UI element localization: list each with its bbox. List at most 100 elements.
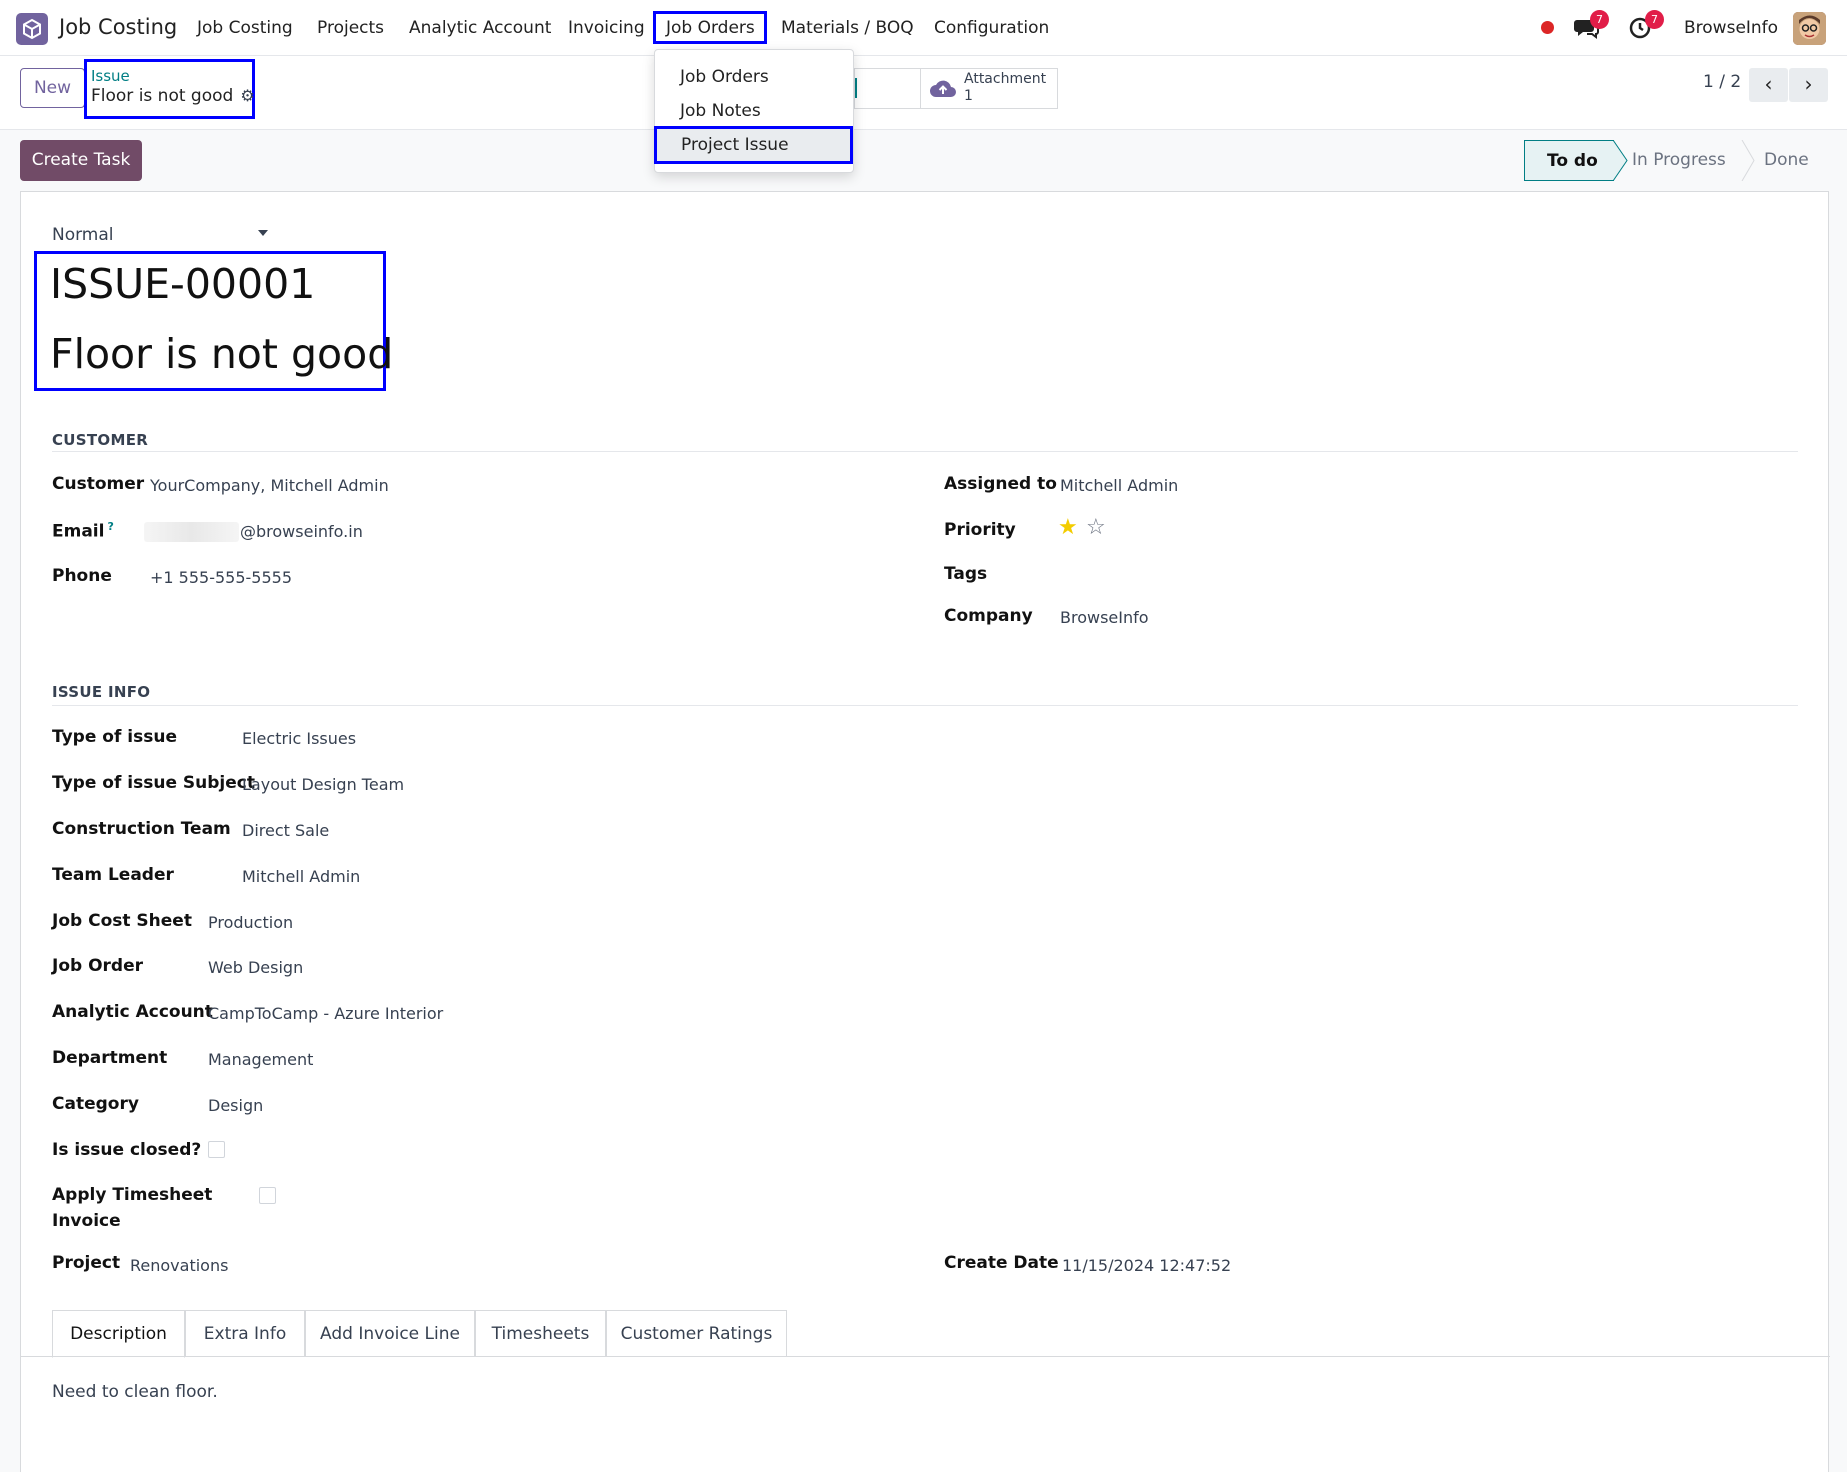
stage-arrow-icon (1613, 140, 1628, 181)
customer-field[interactable]: YourCompany, Mitchell Admin (150, 476, 389, 495)
issue-info-section-title: ISSUE INFO (52, 683, 151, 701)
app-name[interactable]: Job Costing (59, 15, 177, 39)
menu-materials-boq[interactable]: Materials / BOQ (781, 18, 914, 38)
top-navbar: Job Costing Job Costing Projects Analyti… (0, 0, 1847, 56)
cloud-upload-icon (929, 78, 957, 102)
attachment-label: Attachment (964, 71, 1047, 87)
analytic-account-field[interactable]: CampToCamp - Azure Interior (208, 1004, 443, 1023)
job-order-label: Job Order (52, 956, 144, 976)
project-field[interactable]: Renovations (130, 1256, 228, 1275)
assigned-to-label: Assigned to (944, 474, 1057, 494)
create-date-label: Create Date (944, 1253, 1059, 1273)
attachment-smart-button[interactable]: Attachment 1 (920, 68, 1058, 109)
is-issue-closed-checkbox[interactable] (208, 1141, 225, 1158)
issue-name-field[interactable]: Floor is not good (50, 330, 393, 378)
menu-invoicing[interactable]: Invoicing (568, 18, 645, 38)
assigned-to-field[interactable]: Mitchell Admin (1060, 476, 1178, 495)
breadcrumb: Issue Floor is not good ⚙ (84, 59, 255, 119)
analytic-account-label: Analytic Account (52, 1002, 213, 1022)
is-issue-closed-label: Is issue closed? (52, 1140, 202, 1160)
priority-select-value: Normal (52, 225, 114, 245)
type-of-issue-label: Type of issue (52, 727, 177, 747)
type-of-issue-subject-field[interactable]: Layout Design Team (242, 775, 404, 794)
stage-in-progress[interactable]: In Progress (1632, 140, 1726, 181)
company-field[interactable]: BrowseInfo (1060, 608, 1149, 627)
menu-job-orders[interactable]: Job Orders (653, 11, 767, 44)
team-leader-label: Team Leader (52, 865, 174, 885)
apply-timesheet-label-line2: Invoice (52, 1211, 121, 1231)
activities-badge: 7 (1645, 10, 1664, 29)
dropdown-item-job-orders[interactable]: Job Orders (680, 67, 769, 87)
priority-star-filled-icon[interactable]: ★ (1058, 515, 1078, 540)
category-field[interactable]: Design (208, 1096, 263, 1115)
app-icon[interactable] (16, 13, 48, 45)
phone-field[interactable]: +1 555-555-5555 (150, 568, 292, 587)
construction-team-field[interactable]: Direct Sale (242, 821, 329, 840)
tags-field[interactable] (1060, 564, 1360, 586)
dropdown-item-job-notes[interactable]: Job Notes (680, 101, 761, 121)
tags-label: Tags (944, 564, 988, 584)
smart-button-partial[interactable] (854, 68, 920, 109)
help-icon[interactable]: ? (107, 520, 113, 533)
menu-job-costing[interactable]: Job Costing (197, 18, 293, 38)
apply-timesheet-invoice-checkbox[interactable] (259, 1187, 276, 1204)
menu-projects[interactable]: Projects (317, 18, 384, 38)
apply-timesheet-label-line1: Apply Timesheet (52, 1185, 213, 1205)
job-orders-dropdown: Job Orders Job Notes Project Issue (654, 49, 854, 173)
company-label: Company (944, 606, 1033, 626)
tab-extra-info[interactable]: Extra Info (185, 1310, 305, 1357)
priority-label: Priority (944, 520, 1016, 540)
tab-add-invoice-line[interactable]: Add Invoice Line (305, 1310, 475, 1357)
section-divider (52, 705, 1798, 706)
department-label: Department (52, 1048, 168, 1068)
attachment-count: 1 (964, 88, 973, 104)
company-switcher[interactable]: BrowseInfo (1684, 18, 1778, 38)
description-text[interactable]: Need to clean floor. (52, 1382, 218, 1402)
type-of-issue-field[interactable]: Electric Issues (242, 729, 356, 748)
phone-label: Phone (52, 566, 112, 586)
pager-previous-button[interactable]: ‹ (1749, 68, 1788, 102)
status-bar: To do In Progress Done (1524, 140, 1829, 181)
stage-done[interactable]: Done (1764, 140, 1809, 181)
section-divider (52, 451, 1798, 452)
job-cost-sheet-label: Job Cost Sheet (52, 911, 192, 931)
tab-timesheets[interactable]: Timesheets (475, 1310, 606, 1357)
create-date-field: 11/15/2024 12:47:52 (1062, 1256, 1232, 1275)
breadcrumb-current: Floor is not good ⚙ (91, 86, 255, 106)
create-task-button[interactable]: Create Task (20, 140, 142, 181)
form-sheet: Normal ISSUE-00001 Floor is not good CUS… (20, 191, 1830, 1472)
customer-label: Customer (52, 474, 145, 494)
category-label: Category (52, 1094, 139, 1114)
smart-button-indicator (855, 78, 857, 98)
construction-team-label: Construction Team (52, 819, 231, 839)
record-indicator-icon[interactable] (1541, 21, 1554, 34)
menu-analytic-account[interactable]: Analytic Account (409, 18, 551, 38)
department-field[interactable]: Management (208, 1050, 313, 1069)
dropdown-item-project-issue[interactable]: Project Issue (654, 126, 853, 164)
type-of-issue-subject-label: Type of issue Subject (52, 773, 255, 793)
breadcrumb-parent-link[interactable]: Issue (91, 67, 249, 85)
email-label-wrap: Email? (52, 520, 114, 542)
pager-next-button[interactable]: › (1789, 68, 1828, 102)
breadcrumb-current-label: Floor is not good (91, 86, 234, 106)
stage-to-do[interactable]: To do (1524, 140, 1614, 181)
job-order-field[interactable]: Web Design (208, 958, 303, 977)
email-field[interactable]: @browseinfo.in (240, 522, 363, 541)
tabs-divider (21, 1356, 1830, 1357)
job-cost-sheet-field[interactable]: Production (208, 913, 293, 932)
priority-select[interactable]: Normal (52, 225, 268, 245)
gear-icon[interactable]: ⚙ (235, 86, 254, 105)
email-label: Email (52, 521, 105, 542)
stage-separator-icon (1741, 140, 1755, 181)
team-leader-field[interactable]: Mitchell Admin (242, 867, 360, 886)
priority-star-empty-icon[interactable]: ☆ (1086, 515, 1106, 540)
user-avatar[interactable] (1793, 12, 1826, 45)
messages-badge: 7 (1590, 10, 1609, 29)
chevron-down-icon (258, 230, 268, 236)
record-title-box: ISSUE-00001 Floor is not good (34, 251, 393, 391)
menu-configuration[interactable]: Configuration (934, 18, 1049, 38)
new-button[interactable]: New (20, 68, 85, 108)
tab-customer-ratings[interactable]: Customer Ratings (606, 1310, 787, 1357)
pager-value[interactable]: 1 / 2 (1703, 72, 1741, 92)
tab-description[interactable]: Description (52, 1310, 185, 1358)
